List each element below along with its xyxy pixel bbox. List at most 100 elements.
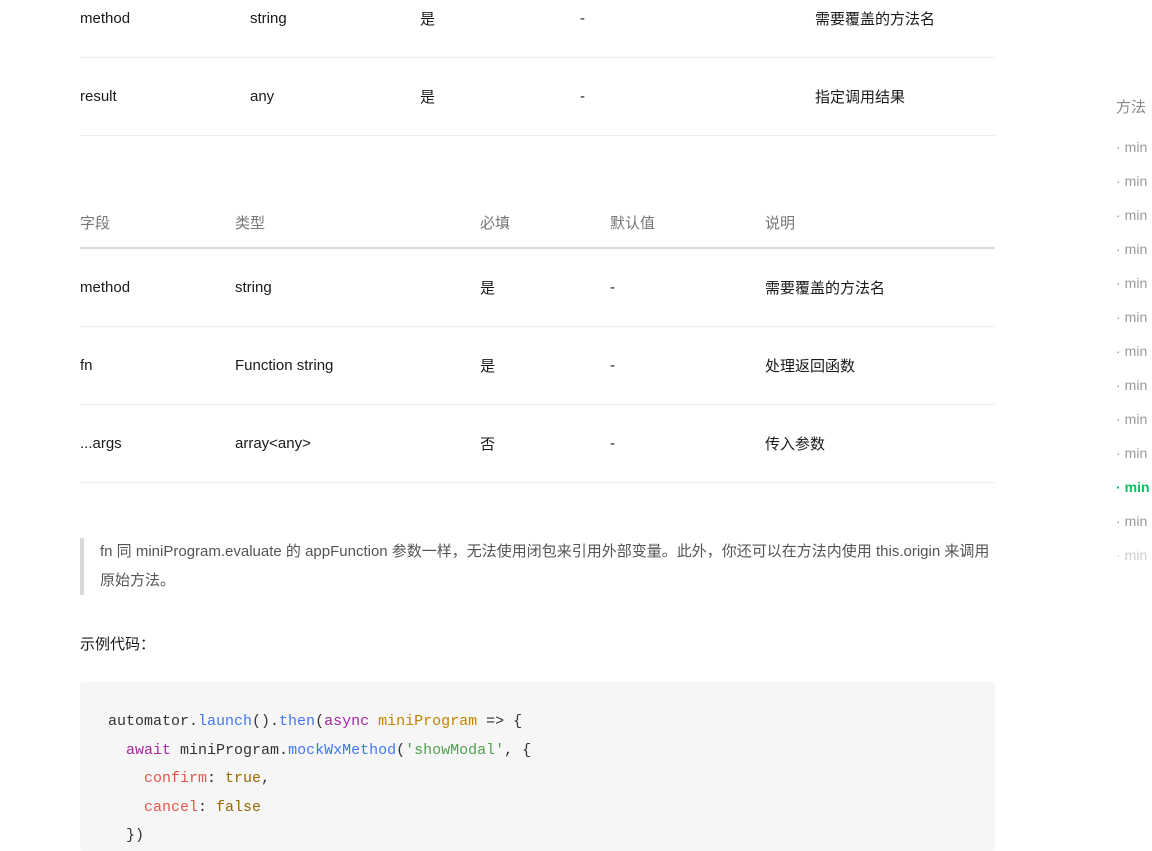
toc-item[interactable]: ·min: [1116, 479, 1152, 495]
cell-required: 是: [480, 248, 610, 327]
code-text: confirm: [144, 770, 207, 787]
table-row: result any 是 - 指定调用结果: [80, 58, 995, 136]
cell-default: -: [610, 248, 765, 327]
th-desc: 说明: [765, 196, 995, 248]
toc-item-label: min: [1125, 445, 1148, 461]
toc-bullet-icon: ·: [1116, 377, 1121, 393]
toc-bullet-icon: ·: [1116, 309, 1121, 325]
code-text: [108, 799, 144, 816]
code-text: :: [198, 799, 216, 816]
cell-field: method: [80, 248, 235, 327]
toc-bullet-icon: ·: [1116, 343, 1121, 359]
toc-bullet-icon: ·: [1116, 513, 1121, 529]
toc-bullet-icon: ·: [1116, 547, 1121, 563]
code-text: [108, 742, 126, 759]
cell-type: string: [235, 248, 480, 327]
toc-bullet-icon: ·: [1116, 241, 1121, 257]
cell-type: array<any>: [235, 405, 480, 483]
toc-bullet-icon: ·: [1116, 173, 1121, 189]
cell-type: Function string: [235, 327, 480, 405]
toc-item-label: min: [1125, 139, 1148, 155]
table-row: method string 是 - 需要覆盖的方法名: [80, 248, 995, 327]
cell-desc: 传入参数: [765, 405, 995, 483]
th-default: 默认值: [610, 196, 765, 248]
code-text: cancel: [144, 799, 198, 816]
cell-required: 是: [480, 327, 610, 405]
main-content: method string 是 - 需要覆盖的方法名 result any 是 …: [80, 0, 995, 851]
cell-required: 是: [420, 58, 580, 136]
code-text: false: [216, 799, 261, 816]
toc-item[interactable]: ·min: [1116, 139, 1152, 155]
toc-item[interactable]: ·min: [1116, 547, 1152, 563]
cell-required: 否: [480, 405, 610, 483]
toc-item[interactable]: ·min: [1116, 173, 1152, 189]
th-field: 字段: [80, 196, 235, 248]
toc-item[interactable]: ·min: [1116, 343, 1152, 359]
toc-item-label: min: [1125, 309, 1148, 325]
cell-field: ...args: [80, 405, 235, 483]
code-text: miniProgram: [378, 713, 477, 730]
example-code-label: 示例代码：: [80, 633, 995, 654]
code-text: => {: [477, 713, 522, 730]
cell-desc: 需要覆盖的方法名: [815, 0, 995, 58]
toc-item[interactable]: ·min: [1116, 377, 1152, 393]
code-text: (: [396, 742, 405, 759]
toc-sidebar: 方法 ·min·min·min·min·min·min·min·min·min·…: [1116, 96, 1152, 581]
toc-bullet-icon: ·: [1116, 479, 1121, 495]
code-text: automator.: [108, 713, 198, 730]
toc-item[interactable]: ·min: [1116, 241, 1152, 257]
toc-item-label: min: [1125, 343, 1148, 359]
params-table-1: method string 是 - 需要覆盖的方法名 result any 是 …: [80, 0, 995, 136]
code-text: 'showModal': [405, 742, 504, 759]
code-text: async: [324, 713, 369, 730]
code-text: launch: [198, 713, 252, 730]
cell-type: any: [250, 58, 420, 136]
toc-item-label: min: [1125, 513, 1148, 529]
code-text: mockWxMethod: [288, 742, 396, 759]
toc-bullet-icon: ·: [1116, 275, 1121, 291]
th-required: 必填: [480, 196, 610, 248]
toc-bullet-icon: ·: [1116, 411, 1121, 427]
cell-desc: 处理返回函数: [765, 327, 995, 405]
table-row: method string 是 - 需要覆盖的方法名: [80, 0, 995, 58]
cell-default: -: [580, 0, 815, 58]
cell-default: -: [580, 58, 815, 136]
code-text: :: [207, 770, 225, 787]
toc-bullet-icon: ·: [1116, 139, 1121, 155]
toc-item-label: min: [1125, 241, 1148, 257]
table-row: fn Function string 是 - 处理返回函数: [80, 327, 995, 405]
toc-item[interactable]: ·min: [1116, 207, 1152, 223]
code-text: [369, 713, 378, 730]
toc-item-label: min: [1125, 275, 1148, 291]
cell-default: -: [610, 327, 765, 405]
cell-desc: 指定调用结果: [815, 58, 995, 136]
cell-default: -: [610, 405, 765, 483]
cell-field: method: [80, 0, 250, 58]
code-text: true: [225, 770, 261, 787]
code-text: ().: [252, 713, 279, 730]
toc-bullet-icon: ·: [1116, 207, 1121, 223]
toc-item[interactable]: ·min: [1116, 275, 1152, 291]
code-text: , {: [504, 742, 531, 759]
toc-item[interactable]: ·min: [1116, 411, 1152, 427]
toc-heading: 方法: [1116, 96, 1152, 117]
toc-item-label: min: [1125, 173, 1148, 189]
toc-item[interactable]: ·min: [1116, 445, 1152, 461]
toc-item-label: min: [1125, 547, 1148, 563]
toc-item-label: min: [1125, 207, 1148, 223]
toc-item-label: min: [1125, 377, 1148, 393]
table-head-row: 字段 类型 必填 默认值 说明: [80, 196, 995, 248]
params-table-2: 字段 类型 必填 默认值 说明 method string 是 - 需要覆盖的方…: [80, 196, 995, 483]
toc-bullet-icon: ·: [1116, 445, 1121, 461]
toc-item[interactable]: ·min: [1116, 309, 1152, 325]
code-text: miniProgram.: [171, 742, 288, 759]
toc-item[interactable]: ·min: [1116, 513, 1152, 529]
table-row: ...args array<any> 否 - 传入参数: [80, 405, 995, 483]
code-text: }): [108, 827, 144, 844]
toc-item-label: min: [1125, 411, 1148, 427]
cell-desc: 需要覆盖的方法名: [765, 248, 995, 327]
code-text: ,: [261, 770, 270, 787]
code-text: await: [126, 742, 171, 759]
code-text: then: [279, 713, 315, 730]
toc-item-label: min: [1125, 479, 1150, 495]
